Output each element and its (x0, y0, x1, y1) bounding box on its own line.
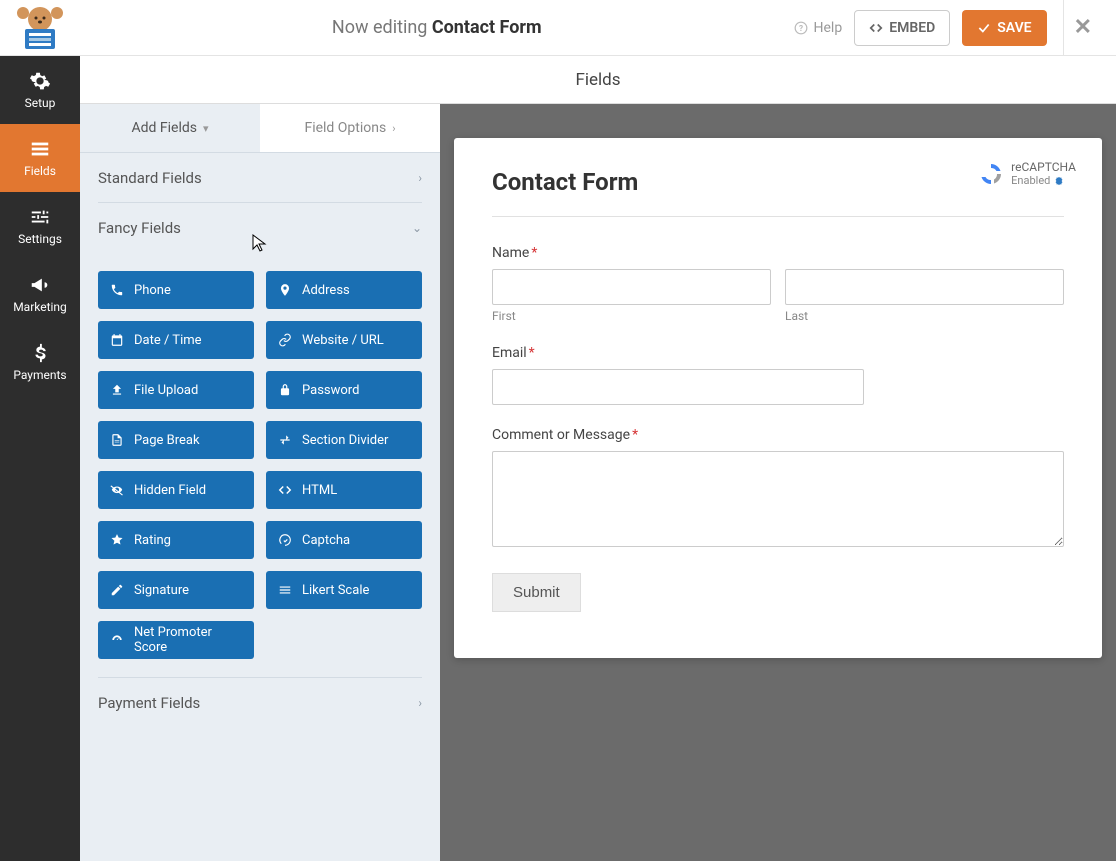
field-type-captcha[interactable]: Captcha (266, 521, 422, 559)
input-comment[interactable] (492, 451, 1064, 547)
divider-icon (278, 433, 292, 447)
field-type-phone[interactable]: Phone (98, 271, 254, 309)
html-icon (278, 483, 292, 497)
section-payment-fields[interactable]: Payment Fields › (98, 678, 422, 728)
field-type-pagebreak[interactable]: Page Break (98, 421, 254, 459)
app-logo (0, 5, 80, 51)
close-button[interactable]: ✕ (1063, 0, 1102, 56)
nav-settings[interactable]: Settings (0, 192, 80, 260)
rating-icon (110, 533, 124, 547)
chevron-right-icon: › (418, 171, 422, 185)
field-type-label: Phone (134, 283, 171, 298)
phone-icon (110, 283, 124, 297)
captcha-icon (278, 533, 292, 547)
label-comment: Comment or Message* (492, 427, 1064, 443)
nav-setup[interactable]: Setup (0, 56, 80, 124)
field-type-label: HTML (302, 483, 337, 498)
form-icon (28, 138, 52, 160)
field-type-label: Captcha (302, 533, 350, 548)
embed-button[interactable]: EMBED (854, 10, 950, 46)
submit-button[interactable]: Submit (492, 573, 581, 612)
sublabel-first: First (492, 309, 771, 323)
likert-icon (278, 583, 292, 597)
label-name: Name* (492, 245, 1064, 261)
input-last-name[interactable] (785, 269, 1064, 305)
field-type-label: Likert Scale (302, 583, 369, 598)
pagebreak-icon (110, 433, 124, 447)
page-title: Now editing Contact Form (80, 17, 794, 38)
nps-icon (110, 633, 124, 647)
field-type-divider[interactable]: Section Divider (266, 421, 422, 459)
field-type-label: Address (302, 283, 350, 298)
field-type-password[interactable]: Password (266, 371, 422, 409)
sublabel-last: Last (785, 309, 1064, 323)
field-type-html[interactable]: HTML (266, 471, 422, 509)
nav-marketing[interactable]: Marketing (0, 260, 80, 328)
field-type-datetime[interactable]: Date / Time (98, 321, 254, 359)
field-type-likert[interactable]: Likert Scale (266, 571, 422, 609)
megaphone-icon (28, 274, 52, 296)
label-email: Email* (492, 345, 1064, 361)
save-button[interactable]: SAVE (962, 10, 1046, 46)
svg-text:?: ? (798, 22, 802, 32)
field-name[interactable]: Name* First Last (492, 245, 1064, 323)
field-email[interactable]: Email* (492, 345, 1064, 405)
field-comment[interactable]: Comment or Message* (492, 427, 1064, 551)
field-type-upload[interactable]: File Upload (98, 371, 254, 409)
help-link[interactable]: ? Help (794, 20, 843, 36)
field-type-label: Password (302, 383, 359, 398)
tab-add-fields[interactable]: Add Fields ▾ (80, 104, 260, 152)
nav-payments[interactable]: Payments (0, 328, 80, 396)
section-standard-fields[interactable]: Standard Fields › (98, 153, 422, 203)
nav-fields[interactable]: Fields (0, 124, 80, 192)
chevron-right-icon: › (392, 122, 395, 135)
field-type-label: Page Break (134, 433, 200, 448)
form-preview: reCAPTCHA Enabled Contact Form Name* (454, 138, 1102, 658)
recaptcha-badge[interactable]: reCAPTCHA Enabled (973, 156, 1082, 191)
field-type-label: Net Promoter Score (134, 625, 242, 655)
field-type-label: Section Divider (302, 433, 388, 448)
hidden-icon (110, 483, 124, 497)
field-type-nps[interactable]: Net Promoter Score (98, 621, 254, 659)
verified-icon (1054, 176, 1064, 186)
field-type-label: File Upload (134, 383, 198, 398)
url-icon (278, 333, 292, 347)
field-type-address[interactable]: Address (266, 271, 422, 309)
dollar-icon (28, 342, 52, 364)
field-type-label: Hidden Field (134, 483, 206, 498)
address-icon (278, 283, 292, 297)
field-type-label: Date / Time (134, 333, 202, 348)
gear-icon (28, 70, 52, 92)
datetime-icon (110, 333, 124, 347)
signature-icon (110, 583, 124, 597)
field-type-label: Signature (134, 583, 189, 598)
input-email[interactable] (492, 369, 864, 405)
input-first-name[interactable] (492, 269, 771, 305)
field-type-label: Website / URL (302, 333, 384, 348)
tab-field-options[interactable]: Field Options › (260, 104, 440, 152)
section-fancy-fields[interactable]: Fancy Fields ⌄ (98, 203, 422, 253)
field-type-rating[interactable]: Rating (98, 521, 254, 559)
chevron-down-icon: ⌄ (412, 221, 422, 235)
field-type-label: Rating (134, 533, 171, 548)
sliders-icon (28, 206, 52, 228)
field-type-url[interactable]: Website / URL (266, 321, 422, 359)
recaptcha-icon (979, 162, 1003, 186)
chevron-down-icon: ▾ (203, 122, 209, 135)
password-icon (278, 383, 292, 397)
subheader: Fields (80, 56, 1116, 104)
chevron-right-icon: › (418, 696, 422, 710)
field-type-signature[interactable]: Signature (98, 571, 254, 609)
field-type-hidden[interactable]: Hidden Field (98, 471, 254, 509)
upload-icon (110, 383, 124, 397)
